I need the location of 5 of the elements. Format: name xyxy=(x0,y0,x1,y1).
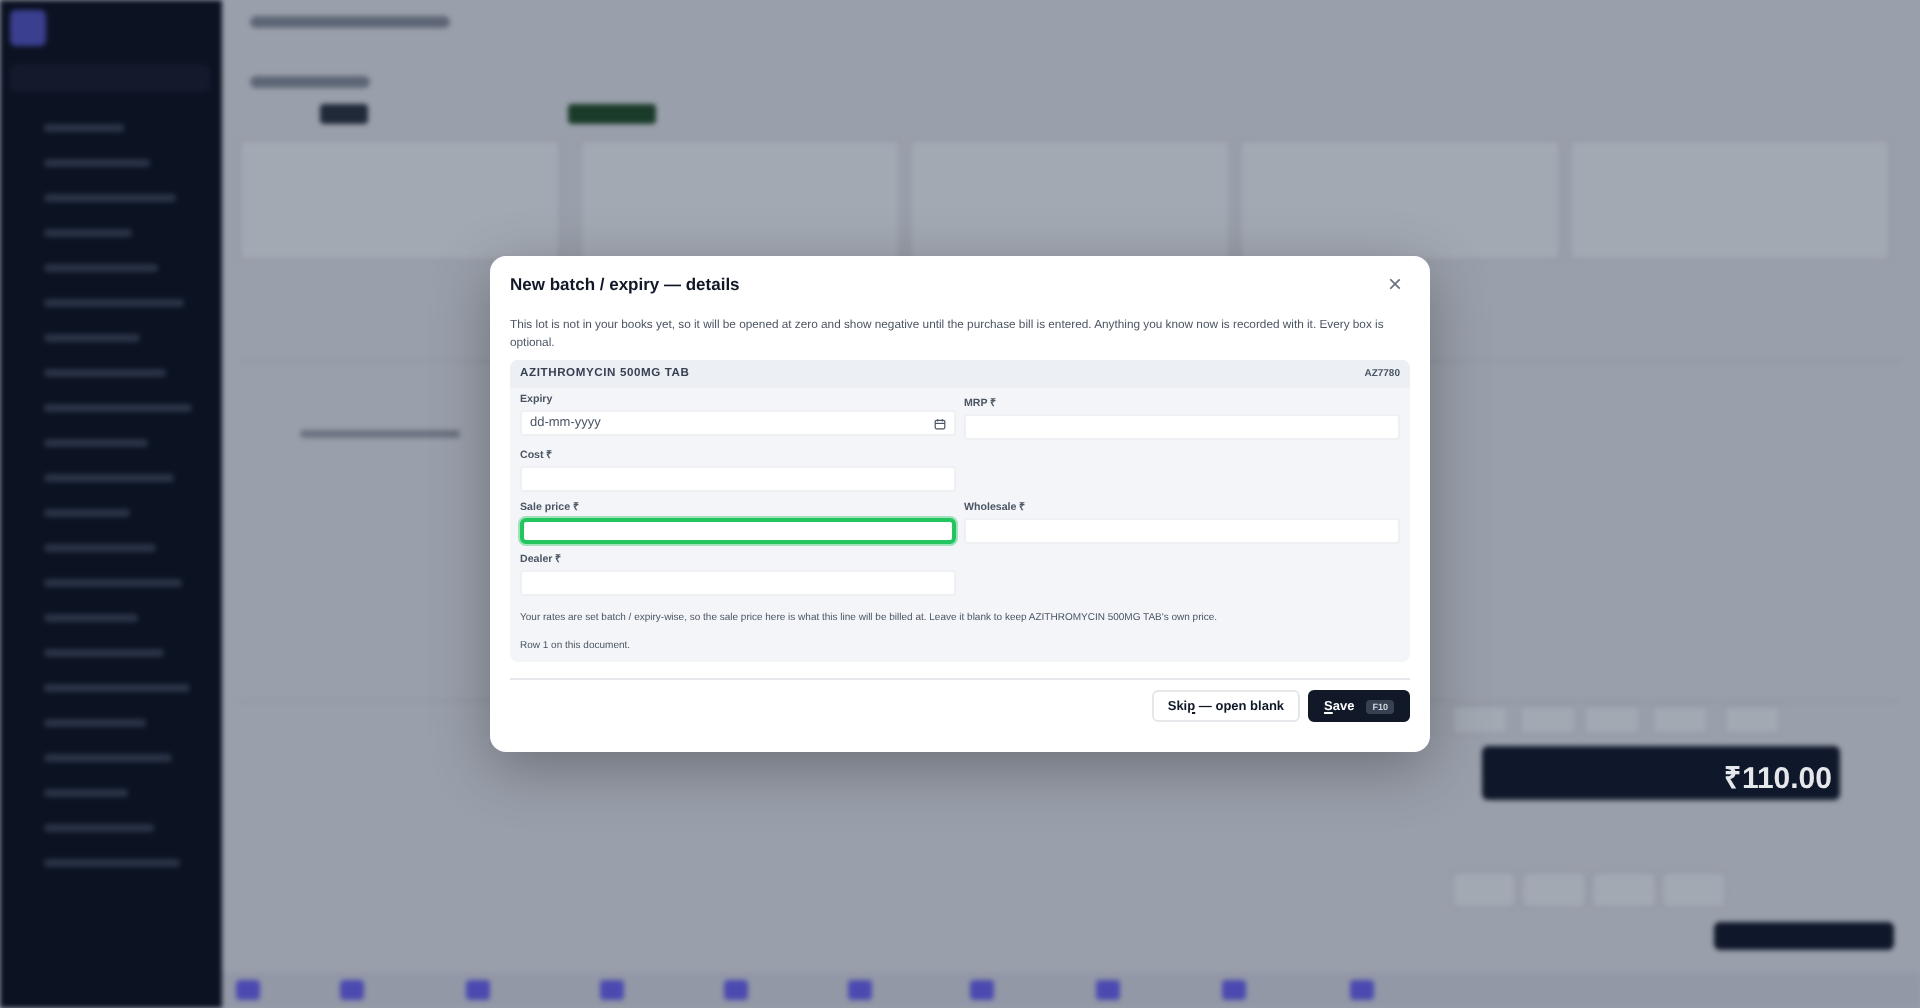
input-field[interactable] xyxy=(520,518,956,545)
grand-total: ₹110.00 xyxy=(1721,760,1832,796)
close-button[interactable]: × xyxy=(1379,271,1410,295)
dialog-title: New batch / expiry — details xyxy=(510,273,740,293)
calendar-icon[interactable] xyxy=(934,417,946,430)
